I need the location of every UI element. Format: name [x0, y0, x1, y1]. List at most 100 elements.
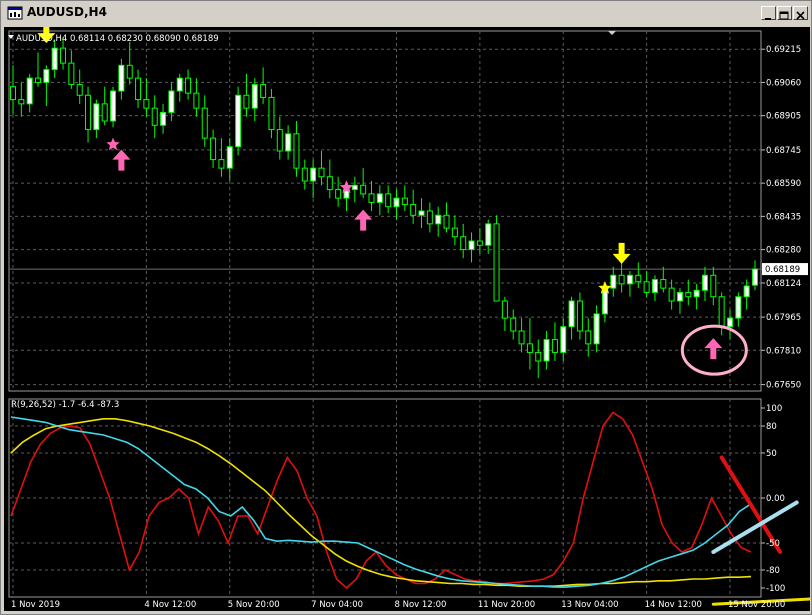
candle-body	[93, 103, 100, 131]
price-tick-label: 0.67650	[766, 381, 801, 391]
candle-body	[293, 133, 300, 169]
candle-body	[135, 77, 142, 101]
candle-body	[351, 184, 358, 191]
price-tick-label: 0.67965	[766, 313, 801, 323]
price-tick-label: 0.68435	[766, 212, 801, 222]
candle-body	[76, 84, 83, 96]
candle-body	[568, 300, 575, 328]
candle-body	[18, 99, 25, 105]
indicator-header: R(9,26,52) -1.7 -6.4 -87.3	[11, 400, 119, 410]
candle-body	[126, 64, 133, 79]
candle-body	[276, 129, 283, 152]
price-tick-label: 0.68280	[766, 246, 801, 256]
candle-body	[493, 223, 500, 302]
price-tick-label: 0.68745	[766, 146, 801, 156]
candle-body	[726, 317, 733, 328]
candle-body	[301, 167, 308, 182]
candle-body	[60, 47, 67, 64]
time-tick-label: 15 Nov 20:00	[728, 600, 785, 610]
candle-body	[260, 84, 267, 98]
candle-body	[543, 339, 550, 362]
candle-body	[551, 339, 558, 353]
candle-body	[593, 313, 600, 345]
candle-body	[651, 279, 658, 293]
price-tick-label: 0.67810	[766, 346, 801, 356]
symbol-header: AUDUSD,H4 0.68114 0.68230 0.68090 0.6818…	[16, 34, 219, 44]
candle-body	[535, 351, 542, 362]
price-tick-label: 0.68124	[766, 279, 801, 289]
candle-body	[193, 92, 200, 109]
candle-body	[660, 279, 667, 289]
candle-body	[235, 94, 242, 148]
candle-body	[635, 274, 642, 283]
candle-body	[643, 281, 650, 293]
candle-body	[185, 77, 192, 94]
candle-body	[576, 300, 583, 332]
candle-body	[710, 274, 717, 298]
time-tick-label: 1 Nov 2019	[11, 600, 60, 610]
indicator-tick-label: 0.00	[766, 494, 785, 504]
candle-body	[560, 326, 567, 353]
candle-body	[526, 343, 533, 353]
candle-body	[110, 90, 117, 122]
time-tick-label: 8 Nov 12:00	[395, 600, 447, 610]
candle-body	[168, 90, 175, 113]
candle-body	[401, 197, 408, 206]
candle-body	[485, 223, 492, 246]
candle-body	[43, 69, 50, 83]
candle-body	[218, 159, 225, 169]
time-tick-label: 14 Nov 12:00	[645, 600, 702, 610]
time-tick-label: 4 Nov 12:00	[144, 600, 196, 610]
candle-body	[268, 96, 275, 131]
minimize-icon	[765, 18, 771, 20]
candle-body	[226, 146, 233, 169]
indicator-tick-label: 100	[766, 404, 782, 414]
candle-body	[610, 274, 617, 289]
candle-body	[85, 94, 92, 131]
time-tick-label: 7 Nov 04:00	[311, 600, 363, 610]
candle-body	[668, 287, 675, 302]
candle-body	[685, 291, 692, 298]
candle-body	[618, 274, 625, 285]
chart-window-icon	[7, 6, 23, 20]
candle-body	[210, 137, 217, 161]
indicator-tick-label: -50	[766, 539, 780, 549]
candle-body	[518, 330, 525, 345]
price-tick-label: 0.68905	[766, 112, 801, 122]
chart-area[interactable]: 0.69215 0.69060 0.68905 0.68745 0.68590 0.684…	[4, 27, 810, 611]
time-tick-label: 11 Nov 20:00	[478, 600, 535, 610]
price-tick-label: 0.69060	[766, 78, 801, 88]
candle-body	[318, 167, 325, 178]
candle-body	[251, 84, 258, 109]
candle-body	[368, 193, 375, 203]
candle-body	[626, 274, 633, 285]
candle-body	[476, 240, 483, 246]
candle-body	[376, 193, 383, 203]
candle-body	[201, 107, 208, 139]
candle-body	[701, 274, 708, 291]
title-bar[interactable]: AUDUSD,H4	[3, 3, 809, 23]
candle-body	[410, 204, 417, 216]
price-tick-label: 0.69215	[766, 45, 801, 55]
candle-body	[68, 62, 75, 86]
candle-body	[9, 86, 17, 101]
candle-body	[160, 111, 167, 126]
current-price-label: 0.68189	[765, 265, 800, 275]
maximize-icon	[779, 11, 789, 20]
candle-body	[151, 107, 158, 126]
candle-body	[751, 268, 759, 286]
candle-body	[393, 197, 400, 208]
candle-body	[693, 289, 700, 298]
time-tick-label: 5 Nov 20:00	[228, 600, 280, 610]
indicator-tick-label: -100	[766, 584, 785, 594]
candle-body	[101, 103, 108, 122]
minimize-button[interactable]	[761, 6, 776, 20]
restore-button[interactable]	[777, 6, 792, 20]
close-button[interactable]	[793, 6, 808, 20]
chart-window: AUDUSD,H4 0.69215 0.69060 0.68905 0.68745 0.…	[0, 0, 812, 615]
time-tick-label: 13 Nov 04:00	[561, 600, 618, 610]
indicator-tick-label: -80	[766, 566, 780, 576]
candle-body	[676, 291, 683, 302]
candle-body	[468, 240, 475, 251]
candle-body	[585, 330, 592, 345]
